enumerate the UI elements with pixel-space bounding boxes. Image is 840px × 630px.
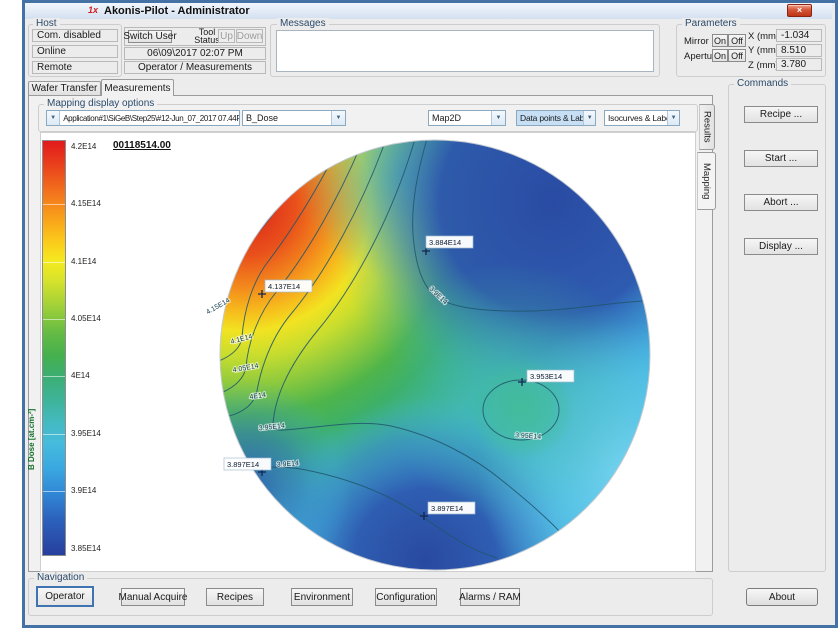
point-label: 3.953E14 [530,372,562,381]
wafer-contour-map: 4.15E14 4.1E14 4.05E14 4E14 3.95E14 3.9E… [95,133,695,573]
nav-configuration-button[interactable]: Configuration [375,588,437,606]
tool-down-button[interactable]: Down [236,29,263,43]
chevron-down-icon[interactable]: ▼ [331,111,345,125]
aperture-on-button[interactable]: On [712,49,728,62]
close-icon[interactable]: × [787,4,812,17]
tool-mode: Operator / Measurements [124,61,266,74]
x-coord-value: -1.034 [776,29,822,42]
view-combobox-value: Map2D [429,111,464,125]
y-coord-label: Y (mm) [748,45,779,56]
nav-manual-acquire-button[interactable]: Manual Acquire [121,588,185,606]
nav-alarms-ram-button[interactable]: Alarms / RAM [460,588,520,606]
measurement-combobox[interactable]: B_Dose ▼ [242,110,346,126]
colorbar-tick: 4.1E14 [71,257,96,266]
about-button[interactable]: About [746,588,818,606]
host-status-online: Online [32,45,118,58]
z-coord-label: Z (mm) [748,60,779,71]
tool-up-button[interactable]: Up [218,29,235,43]
nav-recipes-button[interactable]: Recipes [206,588,264,606]
recipe-button[interactable]: Recipe ... [744,106,818,123]
mirror-off-button[interactable]: Off [728,34,746,47]
view-combobox[interactable]: Map2D ▼ [428,110,506,126]
point-label: 3.897E14 [431,504,463,513]
dataset-combobox[interactable]: ▼ Application#1\SiGeB\Step25\#12-Jun_07_… [46,110,240,126]
nav-operator-button[interactable]: Operator [36,586,94,607]
measurement-combobox-value: B_Dose [243,111,281,125]
tool-datetime: 06\09\2017 02:07 PM [124,47,266,60]
x-coord-label: X (mm) [748,31,779,42]
app-icon: 1x [88,5,100,16]
chevron-down-icon[interactable]: ▼ [47,111,60,125]
chevron-down-icon[interactable]: ▼ [491,111,505,125]
colorbar-tickline [43,434,65,435]
switch-user-button[interactable]: Switch User [128,30,172,43]
colorbar-tickline [43,491,65,492]
colorbar-tick: 4E14 [71,371,90,380]
colorbar-tickline [43,262,65,263]
start-button[interactable]: Start ... [744,150,818,167]
colorbar-tick: 3.9E14 [71,486,96,495]
screenshot-root: 1x Akonis-Pilot - Administrator × Host C… [0,0,840,630]
y-coord-value: 8.510 [776,44,822,57]
isocurves-mode-combobox-value: Isocurves & Labels [605,111,667,125]
colorbar-tick: 4.2E14 [71,142,96,151]
points-mode-combobox-value: Data points & Labels [517,111,583,125]
mirror-on-button[interactable]: On [712,34,728,47]
host-status-com: Com. disabled [32,29,118,42]
aperture-off-button[interactable]: Off [728,49,746,62]
chevron-down-icon[interactable]: ▼ [667,111,679,125]
point-label: 3.884E14 [429,238,461,247]
colorbar-axis-label: B Dose [at.cm-²] [27,320,36,470]
colorbar-tickline [43,204,65,205]
tab-measurements[interactable]: Measurements [101,79,174,96]
mapping-options-title: Mapping display options [44,98,157,109]
side-tab-results[interactable]: Results [699,104,715,150]
wafer-heatmap-field [95,133,695,573]
colorbar [42,140,66,556]
messages-group-title: Messages [277,18,329,29]
nav-environment-button[interactable]: Environment [291,588,353,606]
dataset-combobox-value: Application#1\SiGeB\Step25\#12-Jun_07_20… [60,111,239,125]
host-group-title: Host [33,18,60,29]
navigation-group-title: Navigation [34,572,87,583]
colorbar-tickline [43,376,65,377]
colorbar-tickline [43,319,65,320]
tab-wafer-transfer[interactable]: Wafer Transfer [28,81,101,95]
chevron-down-icon[interactable]: ▼ [583,111,595,125]
abort-button[interactable]: Abort ... [744,194,818,211]
z-coord-value: 3.780 [776,58,822,71]
window-title: Akonis-Pilot - Administrator [104,5,250,17]
messages-textbox[interactable] [276,30,654,72]
points-mode-combobox[interactable]: Data points & Labels ▼ [516,110,596,126]
isocurves-mode-combobox[interactable]: Isocurves & Labels ▼ [604,110,680,126]
point-label: 3.897E14 [227,460,259,469]
commands-group-title: Commands [734,78,791,89]
parameters-group-title: Parameters [682,18,740,29]
mirror-label: Mirror [684,36,709,47]
side-tab-mapping[interactable]: Mapping [697,152,716,210]
host-status-remote: Remote [32,61,118,74]
display-button[interactable]: Display ... [744,238,818,255]
point-label: 4.137E14 [268,282,300,291]
tool-status-line2: Status [194,35,220,45]
